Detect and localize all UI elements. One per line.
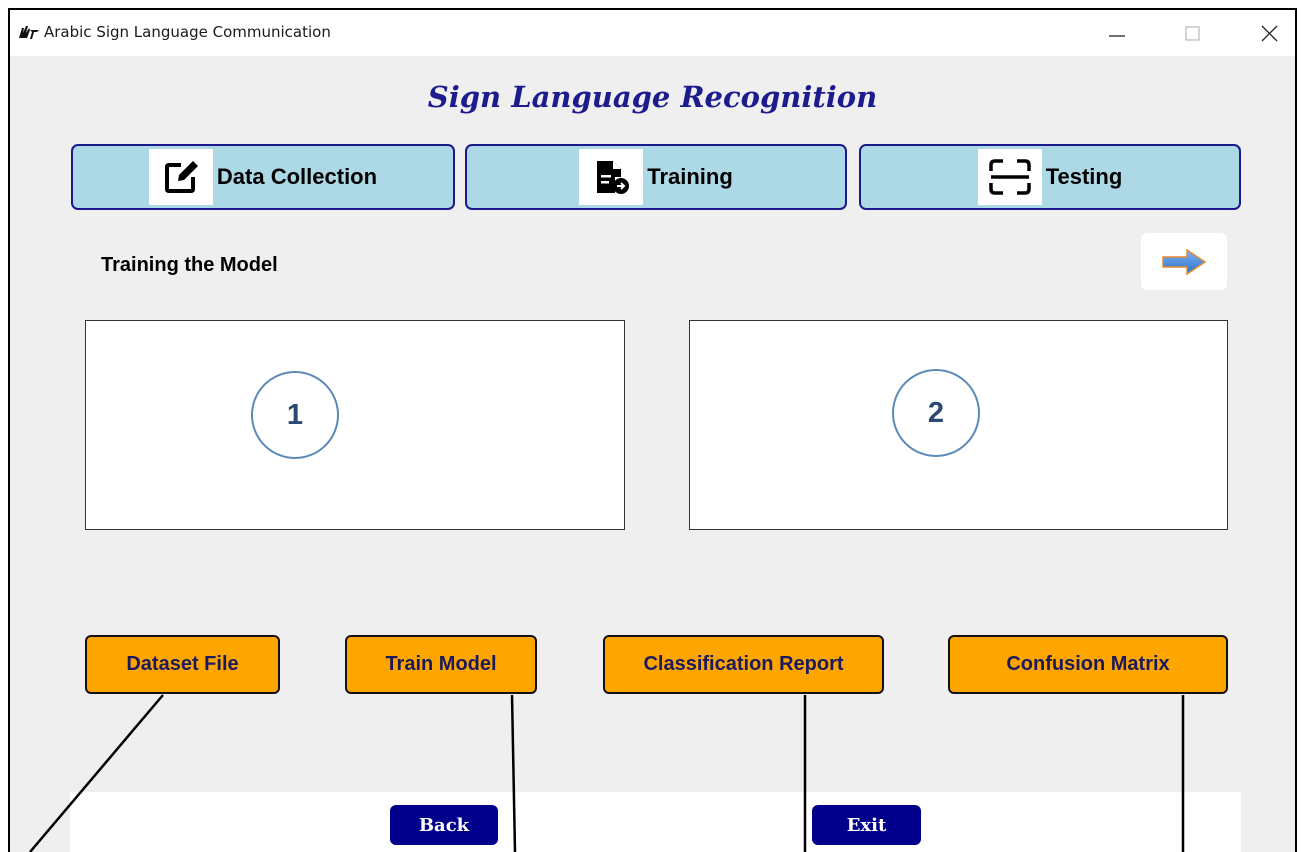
data-collection-button[interactable]: Data Collection (71, 144, 455, 210)
testing-label: Testing (1045, 164, 1123, 189)
confusion-matrix-button[interactable]: Confusion Matrix (948, 635, 1228, 694)
panel-number-badge: 2 (892, 369, 980, 457)
training-label: Training (647, 164, 733, 189)
back-button[interactable]: Back (390, 805, 498, 845)
file-train-icon (579, 149, 644, 205)
section-title: Training the Model (101, 254, 278, 276)
window-title: Arabic Sign Language Communication (44, 23, 331, 41)
dataset-file-button[interactable]: Dataset File (85, 635, 280, 694)
data-collection-label: Data Collection (216, 164, 378, 189)
close-icon[interactable] (1246, 18, 1290, 48)
page-title: Sign Language Recognition (427, 80, 878, 114)
classification-report-button[interactable]: Classification Report (603, 635, 884, 694)
hand-sign-icon (19, 26, 39, 39)
edit-icon (148, 149, 213, 205)
training-button[interactable]: Training (465, 144, 847, 210)
next-button[interactable] (1141, 233, 1227, 290)
title-bar[interactable]: Arabic Sign Language Communication (10, 10, 1295, 56)
exit-button[interactable]: Exit (812, 805, 921, 845)
output-panel-1: 1 (85, 320, 625, 530)
testing-button[interactable]: Testing (859, 144, 1241, 210)
train-model-button[interactable]: Train Model (345, 635, 537, 694)
right-arrow-icon (1162, 248, 1207, 275)
app-window: Arabic Sign Language Communication Sign … (8, 8, 1297, 852)
panel-number-badge: 1 (251, 371, 339, 459)
maximize-icon[interactable] (1170, 18, 1214, 48)
scan-icon (977, 149, 1042, 205)
minimize-icon[interactable] (1095, 18, 1139, 48)
footer-bar (70, 792, 1241, 852)
output-panel-2: 2 (689, 320, 1228, 530)
